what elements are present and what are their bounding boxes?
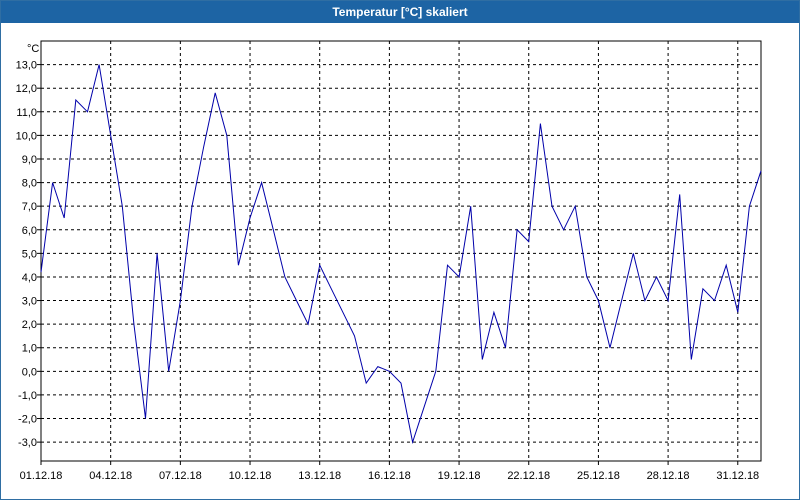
x-tick-label: 13.12.18 [298, 470, 341, 482]
y-axis-ticks: 13,0 12,0 11,0 10,0 9,0 8,0 7,0 6,0 5,0 4,0 3,0 2,0… [16, 60, 41, 449]
y-tick-label: 7,0 [22, 201, 37, 213]
y-tick-label: -3,0 [18, 437, 37, 449]
y-tick-label: 10,0 [16, 130, 37, 142]
y-tick-label: 2,0 [22, 319, 37, 331]
y-tick-label: 3,0 [22, 296, 37, 308]
chart-window: Temperatur [°C] skaliert 13,0 12,0 11,0 10,… [0, 0, 800, 500]
y-tick-label: 9,0 [22, 154, 37, 166]
y-tick-label: 11,0 [16, 107, 37, 119]
y-axis-label: °C [27, 43, 39, 55]
x-tick-label: 01.12.18 [20, 470, 63, 482]
y-tick-label: -1,0 [18, 390, 37, 402]
x-tick-label: 16.12.18 [368, 470, 411, 482]
plot-area [40, 40, 762, 462]
x-tick-label: 31.12.18 [716, 470, 759, 482]
x-tick-label: 28.12.18 [647, 470, 690, 482]
x-tick-label: 04.12.18 [89, 470, 132, 482]
y-tick-label: 4,0 [22, 272, 37, 284]
temperature-chart: 13,0 12,0 11,0 10,0 9,0 8,0 7,0 6,0 5,0 4,0 3,0 2,0… [16, 40, 762, 482]
y-tick-label: 0,0 [22, 366, 37, 378]
y-tick-label: 6,0 [22, 225, 37, 237]
x-tick-label: 22.12.18 [507, 470, 550, 482]
x-tick-label: 07.12.18 [159, 470, 202, 482]
y-tick-label: 1,0 [22, 343, 37, 355]
x-axis-ticks: 01.12.18 04.12.18 07.12.18 10.12.18 13.12.18… [20, 461, 759, 482]
y-tick-label: 8,0 [22, 178, 37, 190]
y-tick-label: 5,0 [22, 248, 37, 260]
y-tick-label: 13,0 [16, 60, 37, 72]
x-tick-label: 25.12.18 [577, 470, 620, 482]
x-tick-label: 10.12.18 [229, 470, 272, 482]
y-tick-label: 12,0 [16, 83, 37, 95]
y-tick-label: -2,0 [18, 414, 37, 426]
x-tick-label: 19.12.18 [438, 470, 481, 482]
